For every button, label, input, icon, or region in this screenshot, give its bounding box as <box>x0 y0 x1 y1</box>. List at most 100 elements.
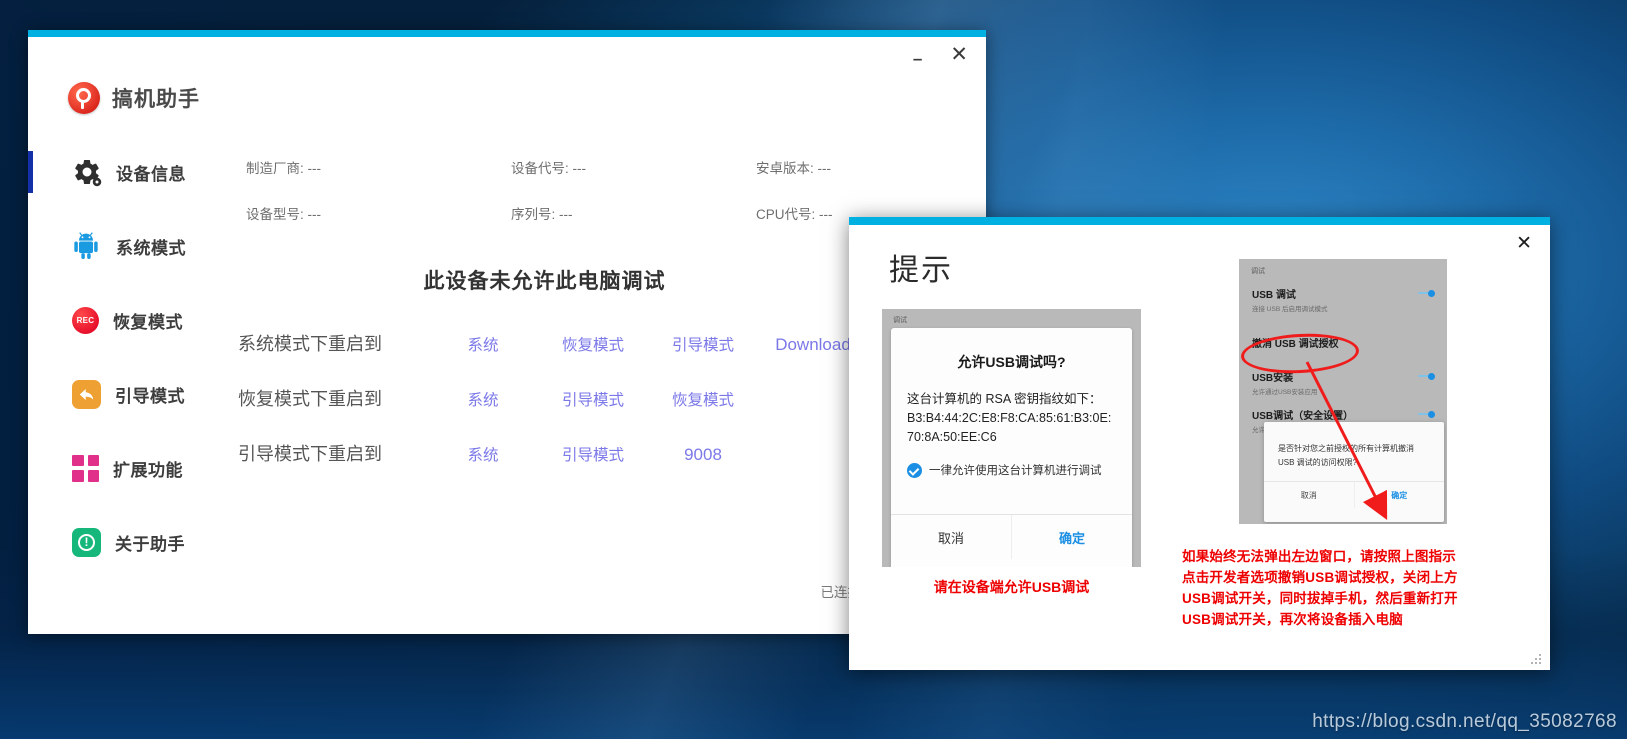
revoke-auth-buttons: 取消 确定 <box>1264 481 1444 508</box>
gear-icon <box>72 157 102 187</box>
device-info-model: 设备型号: --- <box>246 203 511 223</box>
window-controls: – ✕ <box>909 42 972 67</box>
sidebar-item-system-mode[interactable]: 系统模式 <box>28 209 213 283</box>
sidebar-item-about[interactable]: ! 关于助手 <box>28 505 213 579</box>
left-phone-screenshot: 调试 允许USB调试吗? 这台计算机的 RSA 密钥指纹如下： B3:B4:44… <box>882 309 1141 567</box>
right-caption-line-2: 点击开发者选项撤销USB调试授权，关闭上方 <box>1182 569 1458 585</box>
reboot-row-label: 系统模式下重启到 <box>238 334 382 354</box>
app-titlebar[interactable] <box>28 30 986 37</box>
rsa-fingerprint-line2: 70:8A:50:EE:C6 <box>907 429 997 444</box>
revoke-cancel-button[interactable]: 取消 <box>1264 482 1355 508</box>
info-label: 安卓版本: <box>756 161 814 176</box>
device-info-manufacturer: 制造厂商: --- <box>246 157 511 177</box>
info-label: 制造厂商: <box>246 161 304 176</box>
always-allow-checkbox[interactable]: 一律允许使用这台计算机进行调试 <box>907 462 1116 478</box>
back-arrow-icon <box>72 379 101 409</box>
info-value: --- <box>307 161 322 176</box>
tip-dialog-heading: 提示 <box>889 254 953 287</box>
reboot-link-bootloader[interactable]: 引导模式 <box>538 388 648 410</box>
revoke-question-line2: USB 调试的访问权限? <box>1278 457 1358 467</box>
sidebar-item-device-info[interactable]: 设备信息 <box>28 135 213 209</box>
sidebar-item-label: 引导模式 <box>115 386 185 406</box>
right-caption-line-1: 如果始终无法弹出左边窗口，请按照上图指示 <box>1182 549 1456 564</box>
sidebar-item-extensions[interactable]: 扩展功能 <box>28 431 213 505</box>
toggle-switch-icon[interactable] <box>1418 373 1435 380</box>
reboot-link-9008[interactable]: 9008 <box>648 445 758 465</box>
setting-row-usb-debug[interactable]: USB 调试 连接 USB 后启用调试模式 <box>1252 286 1435 313</box>
setting-title: USB 调试 <box>1252 290 1296 301</box>
sidebar-item-label: 设备信息 <box>116 164 186 184</box>
checkbox-checked-icon[interactable] <box>907 462 922 478</box>
close-button[interactable]: ✕ <box>946 42 972 67</box>
sidebar-item-recovery-mode[interactable]: REC 恢复模式 <box>28 283 213 357</box>
reboot-row-system: 系统模式下重启到 系统 恢复模式 引导模式 Download <box>238 330 868 385</box>
reboot-link-recovery[interactable]: 恢复模式 <box>538 333 648 355</box>
rsa-fingerprint-intro: 这台计算机的 RSA 密钥指纹如下： <box>907 392 1102 406</box>
resize-grip-icon[interactable] <box>1530 652 1544 666</box>
revoke-confirm-button[interactable]: 确定 <box>1355 482 1445 508</box>
info-label: CPU代号: <box>756 207 816 222</box>
info-label: 设备型号: <box>246 207 304 222</box>
toggle-switch-icon[interactable] <box>1418 290 1435 297</box>
rec-icon: REC <box>72 306 99 334</box>
info-value: --- <box>307 207 322 222</box>
reboot-link-bootloader[interactable]: 引导模式 <box>648 333 758 355</box>
info-value: --- <box>559 207 573 222</box>
device-info-android-version: 安卓版本: --- <box>756 157 886 177</box>
app-brand: 搞机助手 <box>68 82 200 114</box>
usb-debug-dialog-body: 这台计算机的 RSA 密钥指纹如下： B3:B4:44:2C:E8:F8:CA:… <box>907 390 1116 446</box>
watermark: https://blog.csdn.net/qq_35082768 <box>1312 711 1617 732</box>
sidebar-item-label: 系统模式 <box>116 238 186 258</box>
right-caption-line-4: USB调试开关，再次将设备插入电脑 <box>1182 611 1403 627</box>
app-logo-icon <box>68 82 100 114</box>
setting-row-usb-install[interactable]: USB安装 允许通过USB安装应用 <box>1252 369 1435 396</box>
right-phone-screenshot: 调试 USB 调试 连接 USB 后启用调试模式 撤消 USB 调试授权 USB… <box>1239 259 1447 524</box>
info-label: 设备代号: <box>511 161 569 176</box>
tip-dialog-titlebar[interactable] <box>849 217 1550 225</box>
warning-title: 此设备未允许此电脑调试 <box>423 270 666 293</box>
usb-debug-dialog-buttons: 取消 确定 <box>891 514 1132 559</box>
sidebar-item-label: 关于助手 <box>115 534 185 554</box>
sidebar-item-label: 扩展功能 <box>113 460 183 480</box>
right-caption: 如果始终无法弹出左边窗口，请按照上图指示 点击开发者选项撤销USB调试授权，关闭… <box>1182 547 1534 631</box>
usb-debug-confirm-button[interactable]: 确定 <box>1012 515 1132 559</box>
android-icon <box>72 231 102 261</box>
app-title: 搞机助手 <box>112 88 200 111</box>
usb-debug-dialog-title: 允许USB调试吗? <box>957 354 1066 370</box>
setting-title: USB调试（安全设置） <box>1252 411 1354 422</box>
info-value: --- <box>572 161 587 176</box>
revoke-question-line1: 是否针对您之前授权的所有计算机撤消 <box>1278 444 1414 453</box>
grid-icon <box>72 454 99 482</box>
info-value: --- <box>817 161 832 176</box>
right-shot-section-label: 调试 <box>1251 268 1265 275</box>
setting-row-revoke-usb-auth[interactable]: 撤消 USB 调试授权 <box>1252 335 1435 350</box>
reboot-options: 系统模式下重启到 系统 恢复模式 引导模式 Download 恢复模式下重启到 … <box>238 330 868 495</box>
main-app-window: – ✕ 搞机助手 设备信息 系统模式 REC 恢复模式 引导模式 扩展功能 ! … <box>28 30 986 634</box>
reboot-link-system[interactable]: 系统 <box>428 388 538 410</box>
reboot-link-bootloader[interactable]: 引导模式 <box>538 443 648 465</box>
tip-dialog-close-icon[interactable]: ✕ <box>1516 234 1532 253</box>
toggle-switch-icon[interactable] <box>1418 411 1435 418</box>
right-caption-line-3: USB调试开关，同时拔掉手机，然后重新打开 <box>1182 590 1458 606</box>
reboot-link-recovery[interactable]: 恢复模式 <box>648 388 758 410</box>
revoke-auth-question: 是否针对您之前授权的所有计算机撤消 USB 调试的访问权限? <box>1278 442 1430 469</box>
device-info-grid: 制造厂商: --- 设备代号: --- 安卓版本: --- 设备型号: --- … <box>246 157 886 223</box>
sidebar-item-bootloader-mode[interactable]: 引导模式 <box>28 357 213 431</box>
reboot-row-label: 引导模式下重启到 <box>238 444 382 464</box>
minimize-button[interactable]: – <box>909 48 926 69</box>
left-shot-section-label: 调试 <box>893 317 907 324</box>
usb-debug-cancel-button[interactable]: 取消 <box>891 515 1012 559</box>
reboot-link-system[interactable]: 系统 <box>428 333 538 355</box>
reboot-link-system[interactable]: 系统 <box>428 443 538 465</box>
tip-dialog: ✕ 提示 调试 允许USB调试吗? 这台计算机的 RSA 密钥指纹如下： B3:… <box>849 217 1550 670</box>
exclamation-icon: ! <box>72 527 101 557</box>
device-info-serial: 序列号: --- <box>511 203 756 223</box>
setting-title: 撤消 USB 调试授权 <box>1252 339 1339 350</box>
always-allow-label: 一律允许使用这台计算机进行调试 <box>929 465 1102 478</box>
revoke-auth-dialog: 是否针对您之前授权的所有计算机撤消 USB 调试的访问权限? 取消 确定 <box>1264 422 1444 522</box>
reboot-row-bootloader: 引导模式下重启到 系统 引导模式 9008 <box>238 440 868 495</box>
rsa-fingerprint-line1: B3:B4:44:2C:E8:F8:CA:85:61:B3:0E: <box>907 410 1112 425</box>
reboot-row-recovery: 恢复模式下重启到 系统 引导模式 恢复模式 <box>238 385 868 440</box>
info-value: --- <box>819 207 833 222</box>
device-info-codename: 设备代号: --- <box>511 157 756 177</box>
